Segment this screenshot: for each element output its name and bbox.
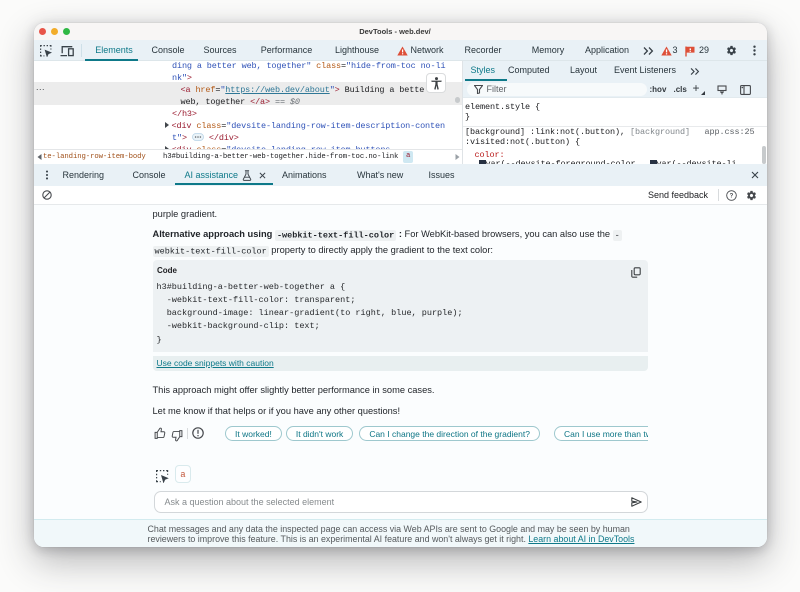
svg-text:?: ? [730,193,734,199]
